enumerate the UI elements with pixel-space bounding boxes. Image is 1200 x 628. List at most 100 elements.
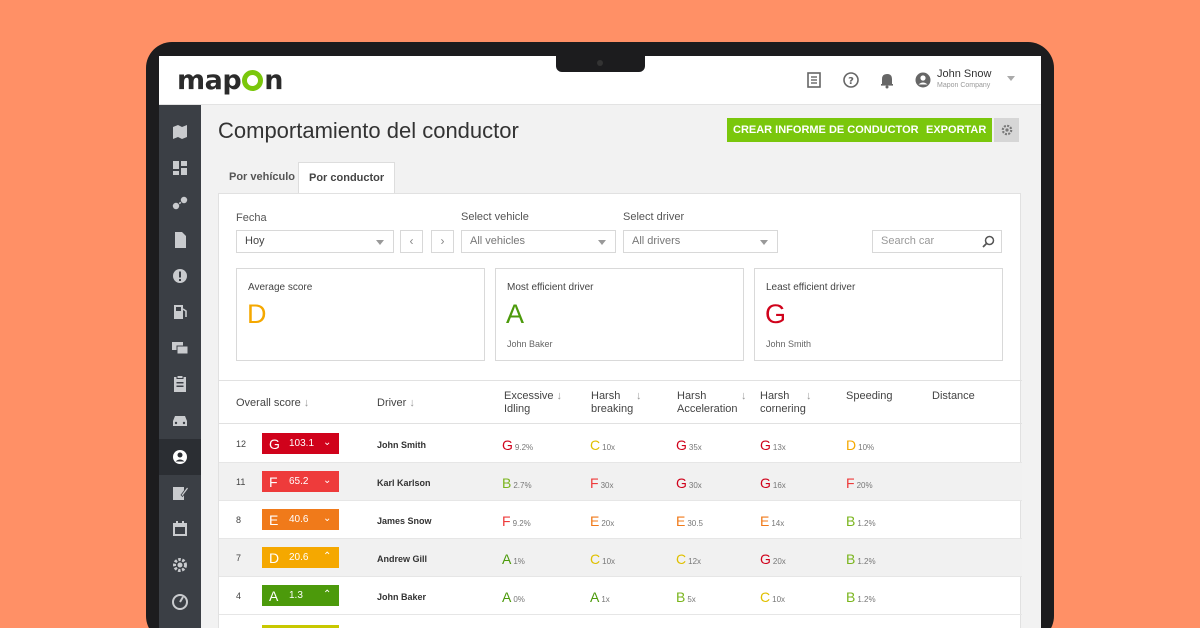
table-row[interactable]: 8 E 40.6 ⌄ James Snow F 9.2% E 20x E 30.5 E 14x B 1.2%	[219, 501, 1022, 539]
col-distance[interactable]: Distance	[932, 390, 975, 403]
metric-grade: G	[760, 437, 771, 453]
chevron-down-icon	[376, 240, 384, 245]
vehicle-select[interactable]: All vehicles	[461, 230, 616, 253]
date-select[interactable]: Hoy	[236, 230, 394, 253]
table-row[interactable]: 12 G 103.1 ⌄ John Smith G 9.2% C 10x G 35x G 13x D 10%	[219, 425, 1022, 463]
create-report-button[interactable]: CREAR INFORME DE CONDUCTOR	[727, 118, 925, 142]
prev-date-button[interactable]: ‹	[400, 230, 423, 253]
metric-value: 10x	[602, 557, 616, 566]
metric-cell: D 10%	[846, 437, 874, 455]
badge-score: 103.1	[289, 438, 315, 449]
sidebar-item-settings[interactable]	[170, 555, 190, 575]
metric-cell: C 10x	[590, 437, 615, 455]
search-input[interactable]: Search car	[872, 230, 1002, 253]
expand-chevron-icon[interactable]: ⌄	[323, 437, 331, 448]
metric-grade: G	[676, 437, 687, 453]
sidebar-item-fuel[interactable]	[170, 302, 190, 322]
metric-value: 9.2%	[512, 519, 531, 528]
col-harsh-cornering[interactable]: Harsh ↓ cornering	[760, 390, 816, 416]
score-badge[interactable]: E 40.6 ⌄	[262, 509, 339, 530]
sidebar-item-clipboard[interactable]	[170, 374, 190, 394]
mapon-logo[interactable]: map n	[177, 65, 283, 96]
search-icon[interactable]	[982, 235, 995, 248]
table-row[interactable]: 7 D 20.6 ⌃ Andrew Gill A 1% C 10x C 12x G 20x B 1.2%	[219, 539, 1022, 577]
metric-value: 1.2%	[857, 557, 876, 566]
metric-value: 10x	[602, 443, 616, 452]
driver-name: Andrew Gill	[377, 554, 428, 564]
svg-text:?: ?	[848, 76, 854, 87]
expand-chevron-icon[interactable]: ⌄	[323, 513, 331, 524]
date-label: Fecha	[236, 212, 267, 224]
vehicle-value: All vehicles	[470, 235, 526, 247]
most-efficient-card: Most efficient driver A John Baker	[495, 268, 744, 361]
row-rank: 11	[236, 477, 246, 487]
driver-name: James Snow	[377, 516, 432, 526]
sidebar-item-edit[interactable]	[170, 483, 190, 503]
metric-value: 1x	[601, 595, 610, 604]
metric-grade: C	[590, 551, 601, 567]
sidebar-item-dashboard[interactable]	[170, 158, 190, 178]
help-icon[interactable]: ?	[842, 71, 860, 89]
sidebar-item-messages[interactable]	[170, 338, 190, 358]
metric-grade: B	[676, 589, 686, 605]
col-speeding[interactable]: Speeding	[846, 390, 893, 403]
sort-arrow-icon: ↓	[303, 397, 310, 409]
metric-cell: F 30x	[590, 475, 613, 493]
chevron-down-icon[interactable]	[1007, 76, 1015, 81]
expand-chevron-icon[interactable]: ⌃	[323, 589, 331, 600]
tab-by-driver[interactable]: Por conductor	[298, 162, 396, 193]
export-button[interactable]: EXPORTAR	[920, 118, 993, 142]
table-row[interactable]: 11 F 65.2 ⌄ Karl Karlson B 2.7% F 30x G 30x G 16x F 20…	[219, 463, 1022, 501]
score-badge[interactable]: D 20.6 ⌃	[262, 547, 339, 568]
main-content: Comportamiento del conductor CREAR INFOR…	[201, 105, 1041, 628]
col-harsh-acceleration[interactable]: Harsh ↓ Acceleration	[677, 390, 749, 416]
metric-cell: G 9.2%	[502, 437, 533, 455]
sidebar-item-route[interactable]	[170, 194, 190, 214]
user-menu[interactable]: John Snow Mapon Company	[937, 68, 991, 89]
metric-cell: A 1x	[590, 589, 610, 607]
messages-icon	[172, 342, 189, 355]
table-header: Overall score ↓ Driver ↓ Excessive ↓ Idling …	[219, 380, 1022, 424]
settings-button[interactable]	[994, 118, 1019, 142]
col-label: Harsh	[760, 390, 790, 402]
expand-chevron-icon[interactable]: ⌃	[323, 551, 331, 562]
user-icon[interactable]	[914, 71, 932, 89]
score-badge[interactable]: F 65.2 ⌄	[262, 471, 339, 492]
col-excessive-idling[interactable]: Excessive ↓ Idling	[504, 390, 562, 416]
sidebar-item-map[interactable]	[170, 122, 190, 142]
badge-score: 40.6	[289, 514, 309, 525]
expand-chevron-icon[interactable]: ⌄	[323, 475, 331, 486]
col-overall-score[interactable]: Overall score ↓	[236, 397, 309, 410]
document-icon[interactable]	[805, 71, 823, 89]
edit-icon	[173, 486, 190, 500]
sort-arrow-icon: ↓	[806, 390, 812, 402]
metric-value: 1.2%	[857, 519, 876, 528]
metric-value: 10%	[858, 443, 875, 452]
badge-score: 1.3	[289, 590, 303, 601]
score-badge[interactable]: G 103.1 ⌄	[262, 433, 339, 454]
col-harsh-breaking[interactable]: Harsh ↓ breaking	[591, 390, 647, 416]
col-driver[interactable]: Driver ↓	[377, 397, 415, 410]
sidebar-item-driver[interactable]	[159, 439, 201, 475]
file-icon	[175, 232, 186, 248]
next-date-button[interactable]: ›	[431, 230, 454, 253]
user-name: John Snow	[937, 68, 992, 80]
metric-value: 5x	[687, 595, 696, 604]
badge-grade: D	[269, 550, 280, 566]
tab-by-vehicle[interactable]: Por vehículo	[219, 162, 305, 193]
score-badge[interactable]: A 1.3 ⌃	[262, 585, 339, 606]
metric-value: 12x	[688, 557, 702, 566]
driver-select[interactable]: All drivers	[623, 230, 778, 253]
metric-cell: C 12x	[676, 551, 701, 569]
sidebar-item-gauge[interactable]	[170, 591, 190, 611]
metric-grade: A	[502, 551, 512, 567]
table-row[interactable]: 4 A 1.3 ⌃ John Baker A 0% A 1x B 5x C 10x B 1.2%	[219, 577, 1022, 615]
metric-grade: G	[760, 475, 771, 491]
sidebar-item-calendar[interactable]	[170, 519, 190, 539]
metric-grade: C	[590, 437, 601, 453]
card-grade: A	[506, 299, 525, 329]
sidebar-item-alert[interactable]	[170, 266, 190, 286]
sidebar-item-car[interactable]	[170, 410, 190, 430]
bell-icon[interactable]	[878, 71, 896, 89]
sidebar-item-file[interactable]	[170, 230, 190, 250]
